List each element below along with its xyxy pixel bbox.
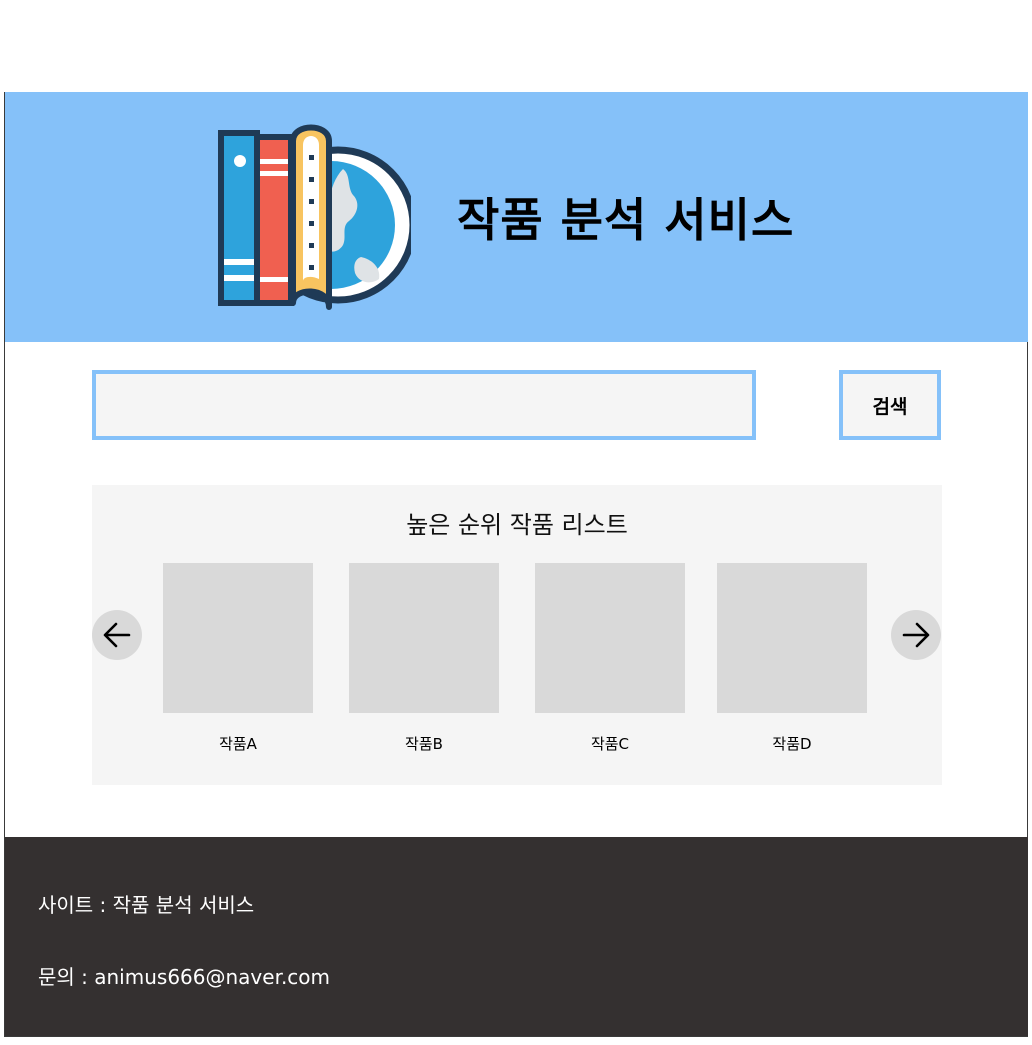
site-title: 작품 분석 서비스	[457, 193, 795, 247]
work-label: 작품D	[772, 735, 812, 753]
search-button[interactable]: 검색	[839, 370, 941, 440]
work-thumbnail[interactable]	[535, 563, 685, 713]
site-header: 작품 분석 서비스	[5, 92, 1028, 342]
work-thumbnail[interactable]	[163, 563, 313, 713]
arrow-right-icon	[902, 622, 930, 648]
work-card[interactable]: 작품C	[535, 563, 685, 754]
work-card[interactable]: 작품A	[163, 563, 313, 754]
ranking-carousel: 높은 순위 작품 리스트 작품A 작품B 작품C 작품D	[92, 485, 942, 785]
search-input[interactable]	[92, 370, 756, 440]
work-thumbnail[interactable]	[717, 563, 867, 713]
work-label: 작품B	[405, 735, 443, 753]
footer-site-text: 사이트 : 작품 분석 서비스	[38, 893, 255, 917]
carousel-prev-button[interactable]	[92, 610, 142, 660]
site-footer: 사이트 : 작품 분석 서비스 문의 : animus666@naver.com	[5, 837, 1028, 1036]
page-frame: 작품 분석 서비스 검색 높은 순위 작품 리스트 작품A 작품B 작품C 작품…	[4, 92, 1028, 1037]
work-thumbnail[interactable]	[349, 563, 499, 713]
work-card[interactable]: 작품B	[349, 563, 499, 754]
work-card[interactable]: 작품D	[717, 563, 867, 754]
books-globe-icon[interactable]	[211, 117, 411, 317]
carousel-next-button[interactable]	[891, 610, 941, 660]
ranking-title: 높은 순위 작품 리스트	[406, 511, 628, 539]
work-label: 작품C	[590, 735, 630, 753]
footer-contact-text: 문의 : animus666@naver.com	[38, 965, 331, 989]
work-label: 작품A	[219, 735, 257, 753]
arrow-left-icon	[103, 622, 131, 648]
